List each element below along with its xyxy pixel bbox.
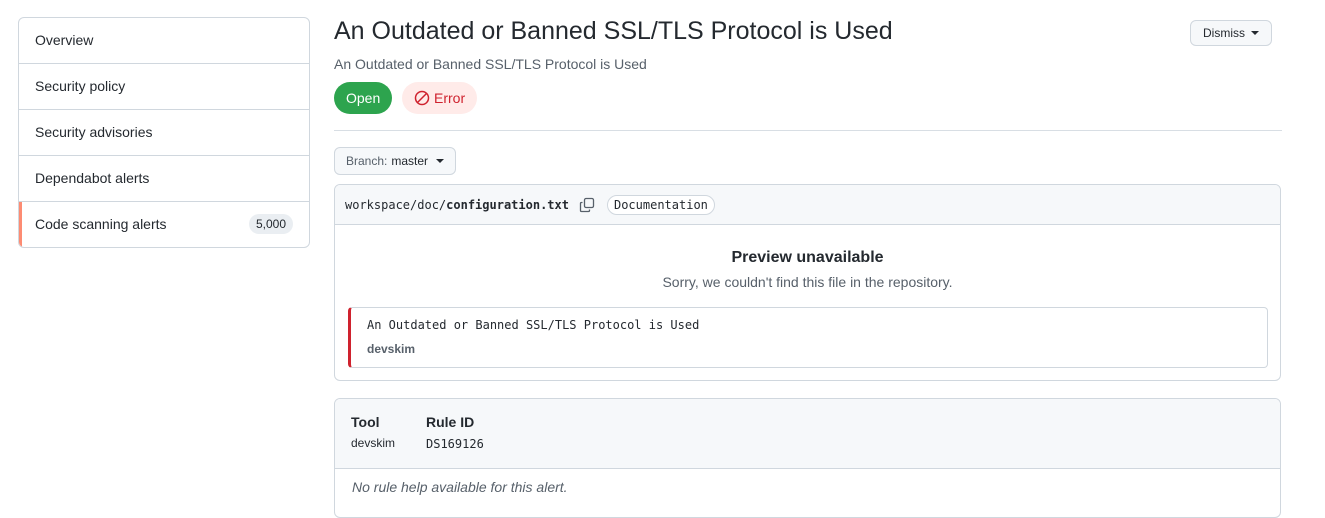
alert-message: An Outdated or Banned SSL/TLS Protocol i… bbox=[367, 318, 700, 332]
rule-details-header: Tool devskim Rule ID DS169126 bbox=[335, 399, 1280, 469]
sidebar-item-label: Code scanning alerts bbox=[35, 216, 167, 232]
dismiss-button-label: Dismiss bbox=[1203, 26, 1245, 40]
caret-down-icon bbox=[1251, 31, 1259, 35]
alerts-count-badge: 5,000 bbox=[248, 214, 293, 234]
severity-label: Error bbox=[434, 90, 466, 106]
tool-value: devskim bbox=[351, 436, 396, 450]
security-sidebar: Overview Security policy Security adviso… bbox=[18, 17, 310, 248]
page-title: An Outdated or Banned SSL/TLS Protocol i… bbox=[334, 17, 893, 45]
sidebar-item-overview[interactable]: Overview bbox=[19, 18, 309, 63]
sidebar-item-security-advisories[interactable]: Security advisories bbox=[19, 109, 309, 155]
file-preview-box: workspace/doc/configuration.txt Document… bbox=[334, 184, 1281, 381]
sidebar-item-code-scanning-alerts[interactable]: Code scanning alerts 5,000 bbox=[19, 201, 309, 247]
sidebar-item-dependabot-alerts[interactable]: Dependabot alerts bbox=[19, 155, 309, 201]
branch-prefix: Branch: bbox=[346, 154, 388, 168]
header-divider bbox=[334, 130, 1282, 131]
rule-id-column-header: Rule ID bbox=[426, 414, 475, 430]
tool-column-header: Tool bbox=[351, 414, 380, 430]
preview-message: Sorry, we couldn't find this file in the… bbox=[662, 274, 953, 290]
alert-tool-name: devskim bbox=[367, 342, 416, 356]
file-path-name: configuration.txt bbox=[446, 197, 569, 212]
rule-help-text: No rule help available for this alert. bbox=[352, 479, 568, 495]
file-label-documentation: Documentation bbox=[606, 194, 715, 215]
sidebar-item-security-policy[interactable]: Security policy bbox=[19, 63, 309, 109]
sidebar-item-label: Security policy bbox=[35, 78, 126, 94]
rule-id-value: DS169126 bbox=[426, 437, 484, 451]
severity-badge-error: Error bbox=[402, 82, 478, 114]
file-header: workspace/doc/configuration.txt Document… bbox=[335, 185, 1280, 225]
error-circle-slash-icon bbox=[414, 90, 430, 106]
sidebar-item-label: Dependabot alerts bbox=[35, 170, 150, 186]
page-subtitle: An Outdated or Banned SSL/TLS Protocol i… bbox=[334, 56, 647, 72]
copy-icon[interactable] bbox=[579, 196, 597, 214]
sidebar-item-label: Overview bbox=[35, 32, 94, 48]
preview-title: Preview unavailable bbox=[731, 249, 884, 266]
branch-select-button[interactable]: Branch: master bbox=[334, 147, 457, 175]
rule-details-box: Tool devskim Rule ID DS169126 No rule he… bbox=[334, 398, 1281, 518]
branch-value: master bbox=[391, 154, 429, 168]
dismiss-button[interactable]: Dismiss bbox=[1190, 20, 1272, 46]
status-badge-open: Open bbox=[334, 82, 393, 114]
alert-location-box: An Outdated or Banned SSL/TLS Protocol i… bbox=[348, 307, 1268, 368]
sidebar-item-label: Security advisories bbox=[35, 124, 153, 140]
caret-down-icon bbox=[436, 159, 445, 163]
file-path-dir: workspace/doc/ bbox=[345, 197, 447, 212]
